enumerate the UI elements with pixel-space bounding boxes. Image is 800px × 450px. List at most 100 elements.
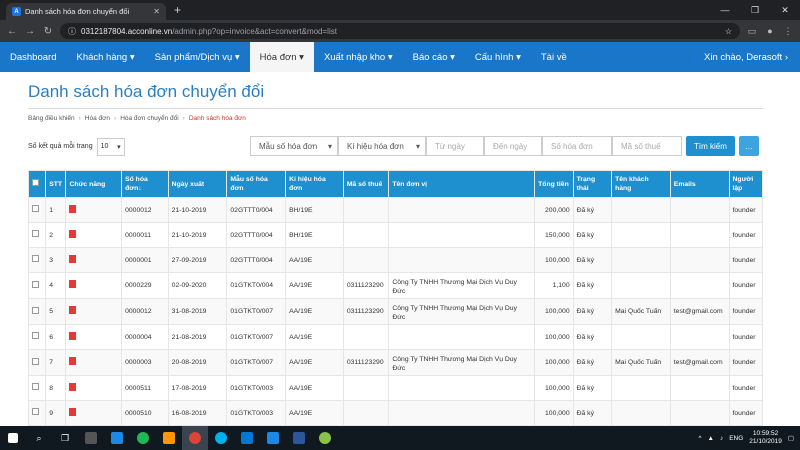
tax-code-input[interactable]: Mã số thuế — [612, 136, 682, 156]
symbol-select[interactable]: Kí hiệu hóa đơn ▾ — [338, 136, 426, 156]
cell-customer — [611, 375, 671, 401]
cell-tax-code: 0311123290 — [342, 272, 390, 299]
cell-status: Đã ký — [572, 400, 613, 426]
language-indicator[interactable]: ENG — [729, 435, 743, 442]
row-checkbox[interactable] — [27, 375, 47, 401]
user-greeting: Xin chào, Derasoft › — [704, 51, 788, 63]
chevron-down-icon: ▾ — [415, 141, 420, 151]
search-button[interactable]: Tìm kiếm — [686, 136, 735, 156]
cell-stt: 4 — [45, 272, 67, 299]
row-checkbox[interactable] — [27, 197, 47, 223]
notifications-icon[interactable]: ▢ — [788, 434, 794, 442]
from-date-input[interactable]: Từ ngày — [426, 136, 484, 156]
menu-item-reports[interactable]: Báo cáo ▾ — [403, 42, 465, 72]
close-tab-icon[interactable]: ✕ — [153, 7, 160, 16]
cell-template: 01GTKT0/007 — [226, 324, 287, 350]
per-page-select[interactable]: 10 ▾ — [96, 137, 125, 156]
tray-chevron-icon[interactable]: ^ — [698, 435, 701, 442]
close-window-icon[interactable]: ✕ — [770, 0, 800, 20]
menu-dots-icon[interactable]: ⋮ — [782, 26, 794, 37]
template-select[interactable]: Mẫu số hóa đơn ▾ — [250, 136, 338, 156]
menu-item-dashboard[interactable]: Dashboard — [0, 42, 66, 72]
info-icon[interactable]: ⓘ — [68, 26, 76, 37]
pdf-icon[interactable] — [69, 229, 77, 238]
chrome-icon[interactable] — [182, 426, 208, 450]
extra-button[interactable]: … — [738, 136, 759, 156]
restore-icon[interactable]: ❐ — [740, 0, 770, 20]
invoice-no-input[interactable]: Số hóa đơn — [542, 136, 612, 156]
cell-date: 02-09-2020 — [167, 272, 228, 299]
calculator-icon[interactable] — [78, 426, 104, 450]
cell-total: 100,000 — [534, 298, 574, 325]
cast-icon[interactable]: ▭ — [746, 26, 758, 37]
cell-actions — [65, 400, 123, 426]
menu-item-warehouse[interactable]: Xuất nhập kho ▾ — [314, 42, 403, 72]
menu-item-settings[interactable]: Cấu hình ▾ — [465, 42, 531, 72]
breadcrumb-invoices[interactable]: Hóa đơn — [85, 115, 110, 122]
skype-icon[interactable] — [208, 426, 234, 450]
sublime-icon[interactable] — [156, 426, 182, 450]
pdf-icon[interactable] — [69, 254, 77, 263]
user-menu[interactable]: 👤 Xin chào, Derasoft › — [688, 42, 800, 72]
table-row: 3 0000001 27-09-2019 02GTTT0/004 AA/19E 100,0… — [27, 247, 764, 273]
vscode-icon[interactable] — [104, 426, 130, 450]
profile-icon[interactable]: ● — [764, 26, 776, 36]
pdf-icon[interactable] — [69, 280, 77, 288]
forward-icon[interactable]: → — [24, 26, 36, 37]
col-header-sortable[interactable]: Số hóa đơn↓ — [121, 170, 169, 198]
network-icon[interactable]: ▲ — [708, 435, 714, 442]
filter-bar: Số kết quả mỗi trang 10 ▾ Mẫu số hóa đơn ▾… — [28, 136, 784, 157]
cell-date: 17-08-2019 — [167, 375, 228, 401]
row-checkbox[interactable] — [27, 272, 47, 299]
cell-creator: founder — [728, 375, 764, 401]
search-icon[interactable]: ⌕ — [26, 426, 52, 450]
browser-tab[interactable]: A Danh sách hóa đơn chuyển đổi ✕ — [6, 3, 166, 20]
cell-invoice-no: 0000011 — [121, 222, 169, 248]
menu-item-customers[interactable]: Khách hàng ▾ — [66, 42, 144, 72]
cell-symbol: BH/19E — [285, 222, 344, 248]
pdf-icon[interactable] — [69, 357, 77, 365]
star-icon[interactable]: ☆ — [725, 27, 732, 36]
per-page-label: Số kết quả mỗi trang — [28, 143, 93, 150]
cell-creator: founder — [728, 272, 764, 299]
cell-status: Đã ký — [572, 272, 613, 299]
cell-date: 27-09-2019 — [167, 247, 228, 273]
breadcrumb-converted[interactable]: Hóa đơn chuyển đổi — [120, 115, 178, 122]
cell-invoice-no: 0000012 — [121, 298, 169, 325]
windows-start-icon[interactable] — [0, 426, 26, 450]
breadcrumb-dashboard[interactable]: Bảng điều khiển — [28, 115, 75, 122]
volume-icon[interactable]: ♪ — [720, 435, 723, 442]
to-date-input[interactable]: Đến ngày — [484, 136, 542, 156]
clock-date: 21/10/2019 — [749, 438, 782, 445]
pdf-icon[interactable] — [69, 204, 77, 213]
outlook-icon[interactable] — [234, 426, 260, 450]
row-checkbox[interactable] — [27, 400, 47, 426]
menu-item-download[interactable]: Tài về — [531, 42, 577, 72]
cell-status: Đã ký — [572, 324, 613, 350]
paint-icon[interactable] — [312, 426, 338, 450]
task-view-icon[interactable]: ❐ — [52, 426, 78, 450]
row-checkbox[interactable] — [27, 324, 47, 350]
pdf-icon[interactable] — [69, 407, 77, 416]
row-checkbox[interactable] — [27, 349, 47, 376]
spotify-icon[interactable] — [130, 426, 156, 450]
menu-item-invoices[interactable]: Hóa đơn ▾ — [249, 42, 314, 72]
pdf-icon[interactable] — [69, 382, 77, 391]
clock[interactable]: 10:59:52 21/10/2019 — [749, 430, 782, 446]
new-tab-icon[interactable]: + — [174, 3, 181, 17]
cell-total: 1,100 — [534, 272, 574, 299]
row-checkbox[interactable] — [27, 247, 47, 273]
cell-actions — [65, 222, 123, 248]
row-checkbox[interactable] — [27, 298, 47, 325]
word-icon[interactable] — [286, 426, 312, 450]
select-all-checkbox[interactable] — [27, 170, 47, 198]
url-field[interactable]: ⓘ 0312187804.acconline.vn/admin.php?op=i… — [60, 23, 740, 39]
pdf-icon[interactable] — [69, 331, 77, 340]
reload-icon[interactable]: ↻ — [42, 26, 54, 37]
app-a-icon[interactable] — [260, 426, 286, 450]
menu-item-products[interactable]: Sản phẩm/Dịch vụ ▾ — [145, 42, 250, 72]
pdf-icon[interactable] — [69, 306, 77, 314]
back-icon[interactable]: ← — [6, 26, 18, 37]
minimize-icon[interactable]: — — [710, 0, 740, 20]
row-checkbox[interactable] — [27, 222, 47, 248]
